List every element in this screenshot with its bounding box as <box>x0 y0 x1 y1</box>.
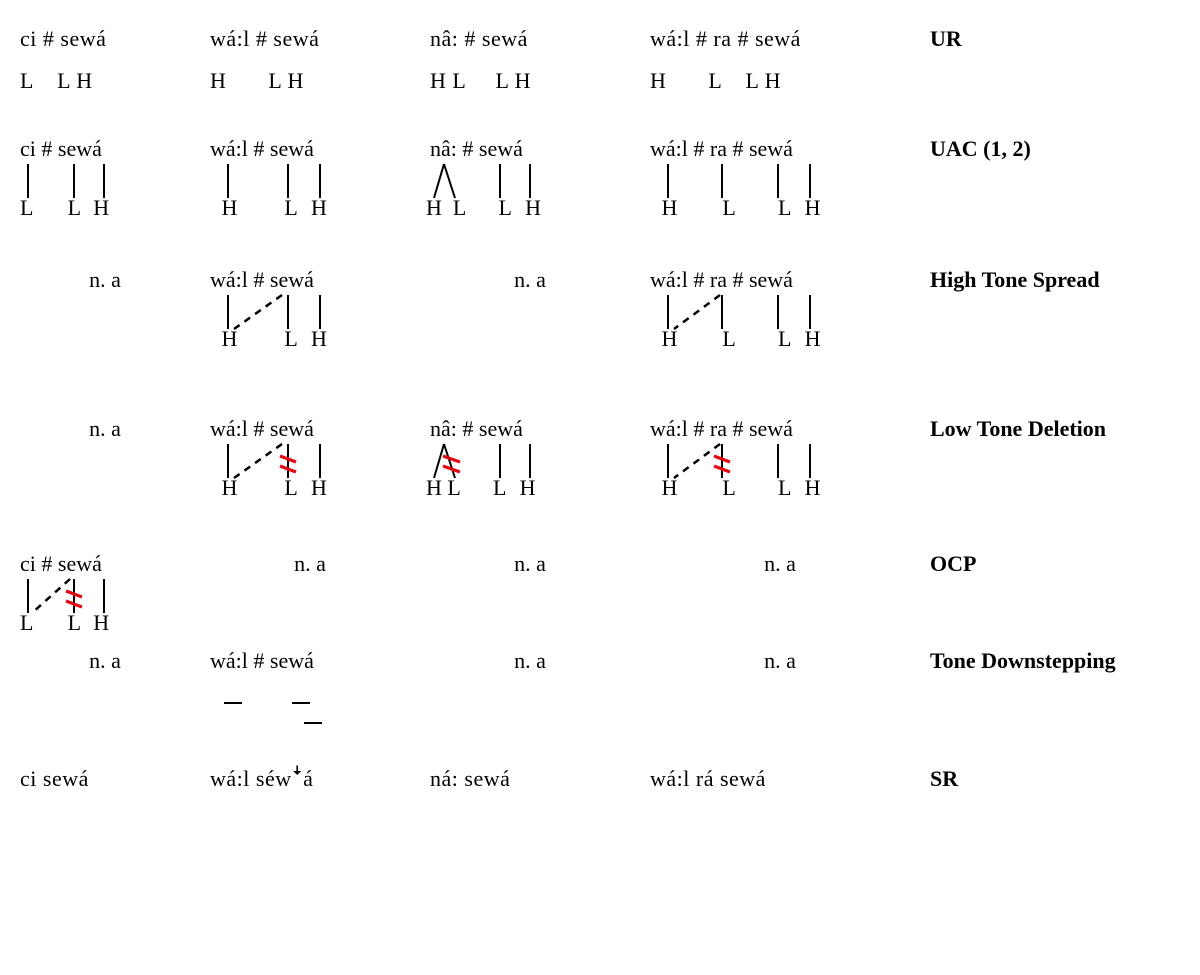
tone-H: H <box>93 610 109 635</box>
tds-col3: n. a <box>430 642 630 680</box>
ur-col1-seg: ci # sewá <box>20 20 190 58</box>
ltd-col4: wá:l # ra # sewá H L L H <box>650 410 910 507</box>
tds-col4: n. a <box>650 642 910 680</box>
tds-bars-row2 <box>210 708 326 734</box>
sr-col4: wá:l rá sewá <box>650 760 910 798</box>
tone-H: H <box>426 475 442 500</box>
tone-H: H <box>222 195 238 220</box>
sr-col3: ná: sewá <box>430 760 630 798</box>
sr-col1: ci sewá <box>20 760 190 798</box>
derivation-table: ci # sewá wá:l # sewá nâ: # sewá wá:l # … <box>20 20 1180 798</box>
tone-L: L <box>722 326 735 351</box>
tone-L: L <box>778 326 791 351</box>
tone-L: L <box>447 475 460 500</box>
tds-label: Tone Downstepping <box>930 642 1200 680</box>
tone-H: H <box>525 195 541 220</box>
ur-col4-seg: wá:l # ra # sewá <box>650 20 910 58</box>
tone-H: H <box>311 326 327 351</box>
tone-L: L <box>453 195 466 220</box>
tone-L: L <box>722 195 735 220</box>
ur-col3-tone: H L L H <box>430 62 630 100</box>
ocp-col2: n. a <box>210 545 410 583</box>
hts-col3: n. a <box>430 261 630 299</box>
tone-L: L <box>68 195 81 220</box>
hts-col4-tones: H L L H <box>650 326 821 352</box>
tds-col2-seg: wá:l # sewá <box>210 648 314 674</box>
ltd-col1: n. a <box>20 410 190 448</box>
spacer <box>20 507 1200 545</box>
sr-label: SR <box>930 760 1200 798</box>
spacer <box>20 724 1200 760</box>
ur-label: UR <box>930 20 1200 58</box>
ocp-col1: ci # sewá L L H <box>20 545 190 642</box>
uac-col1-tones: L L H <box>20 195 109 221</box>
uac-col2-tones: H L H <box>210 195 327 221</box>
tone-H: H <box>222 326 238 351</box>
tone-H: H <box>311 475 327 500</box>
tone-H: H <box>662 326 678 351</box>
ltd-col3: nâ: # sewá H L L H <box>430 410 630 507</box>
ur-col3-seg: nâ: # sewá <box>430 20 630 58</box>
tds-col2: wá:l # sewá <box>210 642 410 724</box>
tone-H: H <box>426 195 442 220</box>
tone-L: L <box>778 195 791 220</box>
bar-icon <box>292 702 310 704</box>
hts-col1: n. a <box>20 261 190 299</box>
tone-H: H <box>520 475 536 500</box>
ocp-label: OCP <box>930 545 1200 583</box>
uac-col2: wá:l # sewá H L H <box>210 130 410 227</box>
tone-L: L <box>722 475 735 500</box>
hts-label: High Tone Spread <box>930 261 1200 299</box>
tone-L: L <box>493 475 506 500</box>
ltd-col2-tones: H L H <box>210 475 327 501</box>
tone-H: H <box>662 195 678 220</box>
uac-col3: nâ: # sewá H L L H <box>430 130 630 227</box>
ltd-col4-tones: H L L H <box>650 475 821 501</box>
spacer <box>20 358 1200 410</box>
tone-H: H <box>311 195 327 220</box>
ltd-col2: wá:l # sewá H L H <box>210 410 410 507</box>
tone-H: H <box>805 326 821 351</box>
uac-col1: ci # sewá L L H <box>20 130 190 227</box>
ocp-col1-tones: L L H <box>20 610 109 636</box>
ur-col4-tone: H L L H <box>650 62 910 100</box>
bar-icon <box>224 702 242 704</box>
tone-H: H <box>662 475 678 500</box>
ur-col2-seg: wá:l # sewá <box>210 20 410 58</box>
spacer <box>20 227 1200 261</box>
ur-col1-tone: L L H <box>20 62 190 100</box>
sr-col2: wá:l séwꜜá <box>210 760 410 798</box>
tone-H: H <box>805 475 821 500</box>
ur-col2-tone: H L H <box>210 62 410 100</box>
tone-L: L <box>68 610 81 635</box>
tone-H: H <box>222 475 238 500</box>
ltd-label: Low Tone Deletion <box>930 410 1200 448</box>
tone-L: L <box>20 610 33 635</box>
bar-icon <box>304 722 322 724</box>
uac-label: UAC (1, 2) <box>930 130 1200 168</box>
tds-col1: n. a <box>20 642 190 680</box>
tone-L: L <box>499 195 512 220</box>
ltd-col3-tones: H L L H <box>430 475 536 501</box>
ocp-col4: n. a <box>650 545 910 583</box>
tone-L: L <box>778 475 791 500</box>
tone-L: L <box>284 326 297 351</box>
uac-col3-tones: H L L H <box>430 195 541 221</box>
hts-col4: wá:l # ra # sewá H L L H <box>650 261 910 358</box>
hts-col2: wá:l # sewá H L H <box>210 261 410 358</box>
tone-L: L <box>284 195 297 220</box>
hts-col2-tones: H L H <box>210 326 327 352</box>
tone-H: H <box>805 195 821 220</box>
ur-tone-label-spacer <box>930 58 1200 70</box>
tone-H: H <box>93 195 109 220</box>
spacer <box>20 100 1200 130</box>
ocp-col3: n. a <box>430 545 630 583</box>
uac-col4: wá:l # ra # sewá H L L H <box>650 130 910 227</box>
uac-col4-tones: H L L H <box>650 195 821 221</box>
tone-L: L <box>20 195 33 220</box>
tone-L: L <box>284 475 297 500</box>
